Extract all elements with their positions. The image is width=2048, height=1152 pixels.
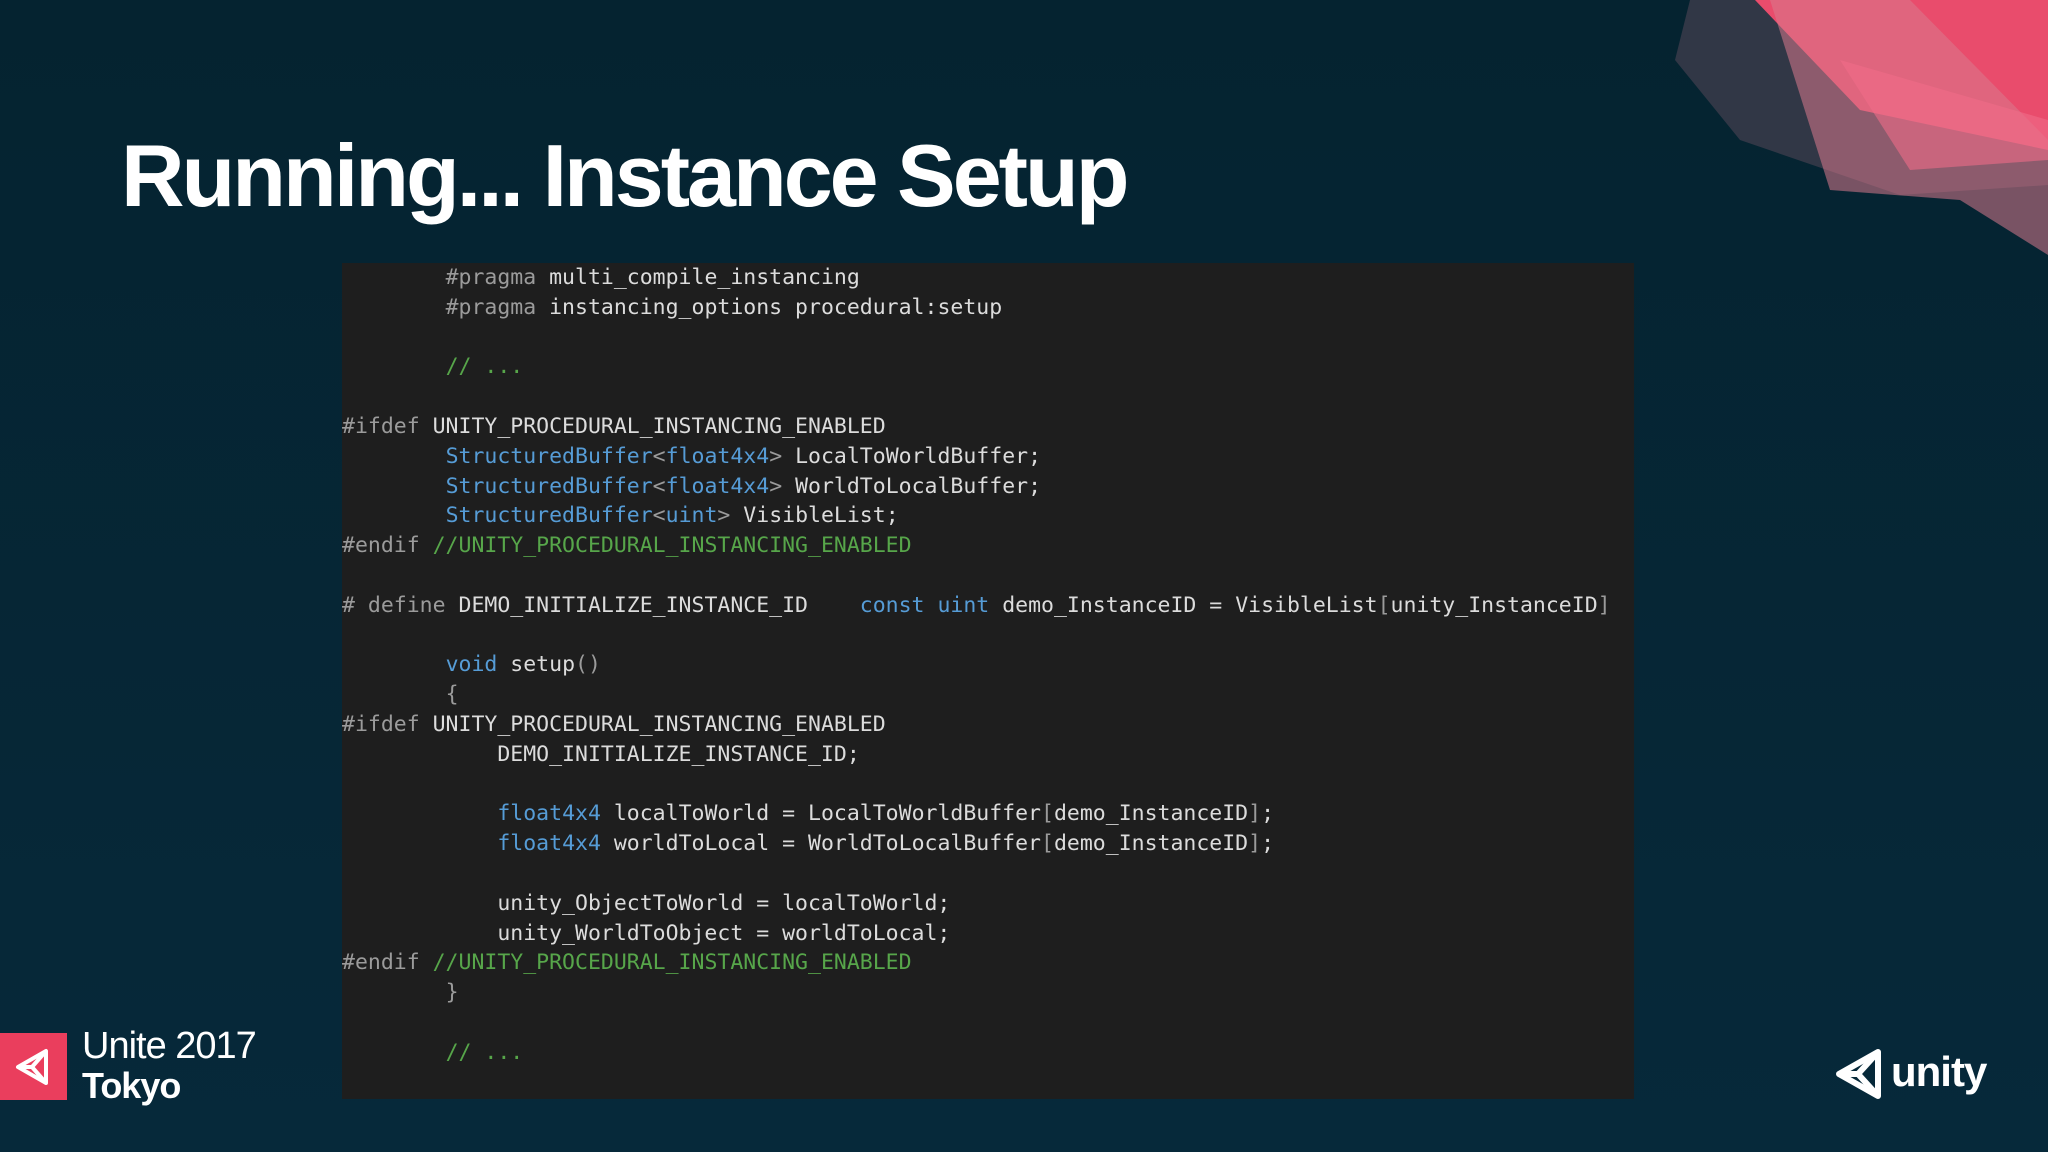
code-token: #ifdef	[342, 712, 420, 737]
code-line: StructuredBuffer<float4x4> LocalToWorldB…	[342, 442, 1041, 472]
code-token: ;	[1261, 831, 1275, 857]
code-token: DEMO_INITIALIZE_INSTANCE_ID;	[342, 741, 860, 767]
code-token: setup	[497, 652, 576, 678]
code-token: [	[1041, 801, 1054, 827]
code-line: #endif //UNITY_PROCEDURAL_INSTANCING_ENA…	[342, 948, 912, 978]
slide-title: Running... Instance Setup	[121, 126, 1129, 225]
code-token: #endif	[342, 533, 420, 559]
code-line: #ifdef UNITY_PROCEDURAL_INSTANCING_ENABL…	[342, 412, 886, 442]
code-token: DEMO_INITIALIZE_INSTANCE_ID	[445, 592, 860, 618]
code-token: <	[652, 503, 666, 529]
code-token: worldToLocal = WorldToLocalBuffer	[600, 831, 1042, 857]
code-line: void setup()	[342, 650, 601, 680]
code-token: const	[859, 592, 925, 618]
code-line: StructuredBuffer<float4x4> WorldToLocalB…	[342, 472, 1041, 502]
event-name: Unite 2017	[82, 1025, 257, 1067]
code-line: #ifdef UNITY_PROCEDURAL_INSTANCING_ENABL…	[342, 710, 886, 740]
event-city: Tokyo	[82, 1065, 181, 1106]
code-token: <	[652, 443, 666, 469]
code-token: #pragma	[445, 265, 537, 290]
code-token: ;	[1261, 801, 1275, 827]
code-token: }	[445, 980, 459, 1006]
code-token: [	[1041, 831, 1054, 857]
code-snippet-panel: #pragma multi_compile_instancing #pragma…	[342, 263, 1634, 1099]
code-token: ]	[1248, 831, 1262, 857]
code-token: WorldToLocalBuffer;	[782, 473, 1042, 499]
code-token: void	[445, 652, 498, 678]
code-line: float4x4 worldToLocal = WorldToLocalBuff…	[342, 829, 1274, 859]
code-line: #endif //UNITY_PROCEDURAL_INSTANCING_ENA…	[342, 531, 912, 561]
code-token: UNITY_PROCEDURAL_INSTANCING_ENABLED	[419, 712, 886, 737]
code-line: DEMO_INITIALIZE_INSTANCE_ID;	[342, 740, 860, 770]
code-token: [	[1377, 592, 1391, 618]
code-line: unity_WorldToObject = worldToLocal;	[342, 919, 950, 949]
code-token: {	[445, 682, 459, 708]
code-token: <	[652, 473, 666, 499]
code-token: float4x4	[497, 831, 601, 857]
code-line: # define DEMO_INITIALIZE_INSTANCE_ID con…	[342, 591, 1611, 621]
code-token: VisibleList;	[730, 503, 899, 529]
code-token: #pragma	[445, 294, 537, 320]
code-token: >	[769, 473, 783, 499]
code-token: uint	[665, 503, 718, 529]
code-line: #pragma instancing_options procedural:se…	[342, 293, 1003, 323]
code-token: unity_InstanceID	[1390, 592, 1598, 618]
code-line: // ...	[342, 1038, 524, 1068]
code-line: float4x4 localToWorld = LocalToWorldBuff…	[342, 799, 1274, 829]
code-token: uint	[937, 592, 990, 618]
unity-cube-icon	[0, 1033, 67, 1100]
code-token: float4x4	[665, 473, 770, 499]
code-line: }	[342, 978, 459, 1008]
unity-wordmark: unity	[1891, 1048, 1987, 1095]
code-token: multi_compile_instancing	[536, 265, 860, 290]
code-token: ()	[575, 652, 601, 678]
code-token: demo_InstanceID	[1053, 831, 1249, 857]
code-line: StructuredBuffer<uint> VisibleList;	[342, 501, 899, 531]
unity-cube-icon-glyph	[16, 1049, 48, 1085]
code-token: float4x4	[497, 801, 601, 827]
code-token: demo_InstanceID	[1053, 801, 1249, 827]
code-token: localToWorld = LocalToWorldBuffer	[600, 801, 1042, 827]
code-token: //UNITY_PROCEDURAL_INSTANCING_ENABLED	[419, 533, 912, 559]
code-token: StructuredBuffer	[445, 443, 653, 469]
code-token: float4x4	[665, 443, 770, 469]
code-token: ]	[1248, 801, 1262, 827]
code-line: unity_ObjectToWorld = localToWorld;	[342, 889, 950, 919]
code-line: {	[342, 680, 459, 710]
code-token: # define	[342, 592, 446, 618]
code-token: unity_WorldToObject = worldToLocal;	[342, 920, 951, 946]
code-token: LocalToWorldBuffer;	[782, 443, 1042, 469]
code-token: unity_ObjectToWorld = localToWorld;	[342, 890, 951, 916]
code-token: demo_InstanceID = VisibleList	[989, 592, 1378, 618]
corner-shapes-decoration	[1675, 0, 2048, 255]
code-token: // ...	[445, 1039, 524, 1065]
code-token: // ...	[445, 354, 524, 380]
code-token: StructuredBuffer	[445, 503, 653, 529]
code-line: // ...	[342, 352, 524, 382]
code-token: >	[717, 503, 731, 529]
code-token: #ifdef	[342, 414, 420, 439]
code-token: instancing_options procedural:setup	[536, 294, 1003, 320]
unity-logo-icon	[1836, 1049, 1881, 1099]
code-token: //UNITY_PROCEDURAL_INSTANCING_ENABLED	[419, 950, 912, 976]
code-token: >	[769, 443, 783, 469]
code-token: ]	[1597, 592, 1611, 618]
code-line: #pragma multi_compile_instancing	[342, 263, 860, 293]
code-token: UNITY_PROCEDURAL_INSTANCING_ENABLED	[419, 414, 886, 439]
code-token: #endif	[342, 950, 420, 976]
code-token: StructuredBuffer	[445, 473, 653, 499]
